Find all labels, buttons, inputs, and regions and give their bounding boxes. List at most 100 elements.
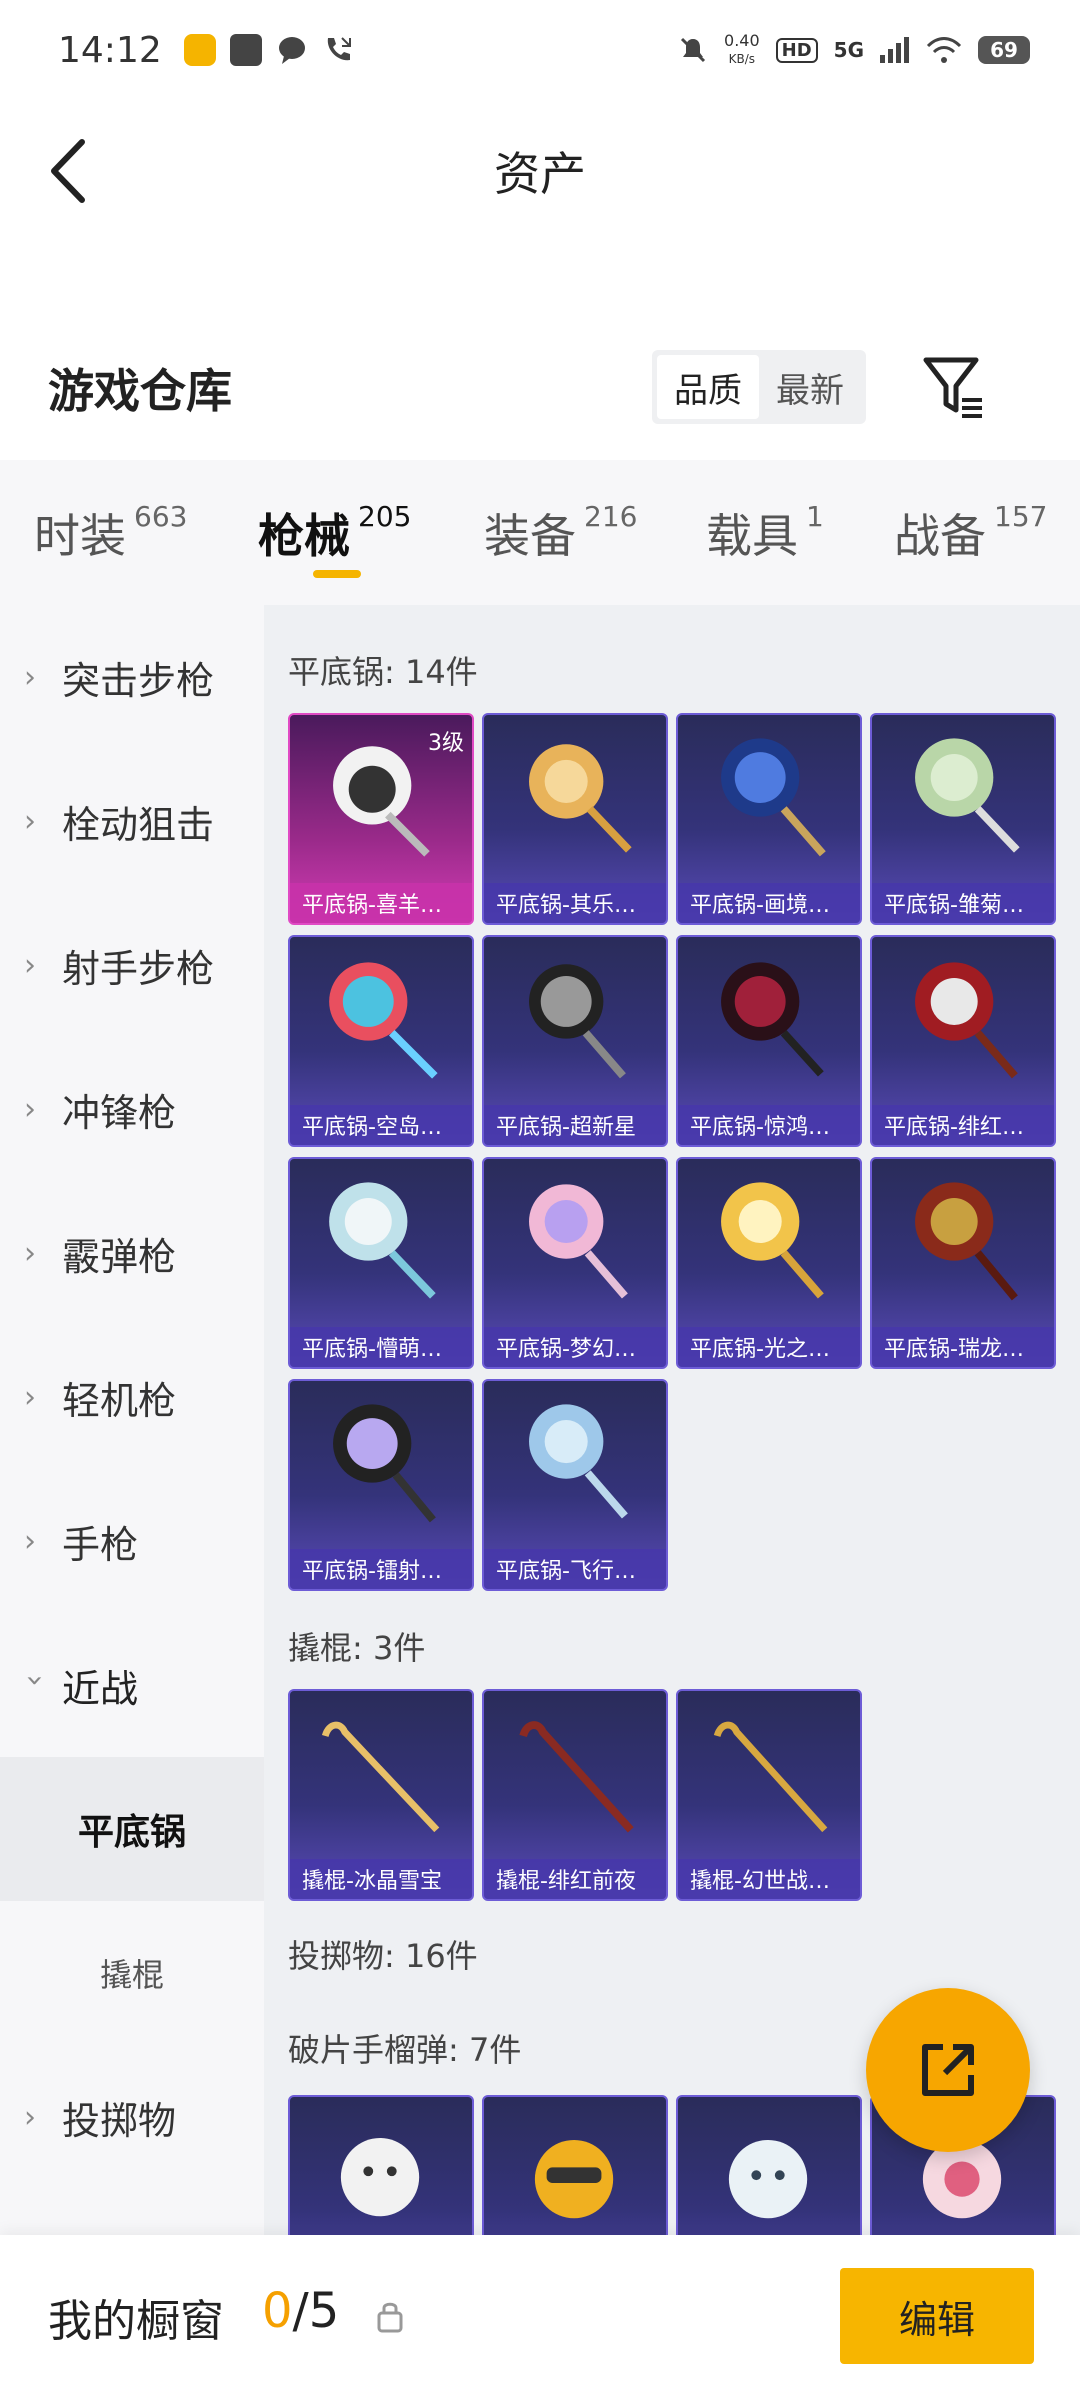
item-name: 平底锅-瑞龙… xyxy=(872,1327,1054,1367)
battery-level: 69 xyxy=(990,38,1018,62)
item-card[interactable] xyxy=(482,2095,668,2235)
item-card[interactable]: 撬棍-冰晶雪宝 xyxy=(288,1689,474,1901)
item-image xyxy=(529,1184,628,1299)
tab-supplies[interactable]: 战备 157 xyxy=(894,500,1047,566)
sidebar-item-smg[interactable]: › 冲锋枪 xyxy=(0,1037,264,1181)
item-name: 平底锅-超新星 xyxy=(484,1105,666,1145)
tab-count: 663 xyxy=(134,500,188,533)
sidebar-item-marksman-rifle[interactable]: › 射手步枪 xyxy=(0,893,264,1037)
chevron-down-icon: › xyxy=(17,1674,53,1686)
sidebar-subitem-crowbar[interactable]: 撬棍 xyxy=(0,1901,264,2045)
item-card[interactable]: 平底锅-懵萌… xyxy=(288,1157,474,1369)
sidebar-item-label: 射手步枪 xyxy=(62,946,215,991)
item-image xyxy=(529,964,626,1079)
item-image xyxy=(340,2137,420,2217)
sidebar-item-label: 霰弹枪 xyxy=(62,1234,177,1279)
wifi-icon xyxy=(926,37,962,63)
item-name: 平底锅-喜羊… xyxy=(290,883,472,923)
message-app-icon xyxy=(229,34,262,66)
net-speed-unit: KB/s xyxy=(728,52,756,66)
sidebar-item-melee[interactable]: › 近战 xyxy=(0,1613,264,1757)
tab-equipment[interactable]: 装备 216 xyxy=(484,500,637,566)
sidebar-item-bolt-sniper[interactable]: › 栓动狙击 xyxy=(0,749,264,893)
tab-vehicles[interactable]: 载具 1 xyxy=(706,500,824,566)
item-name: 平底锅-绯红… xyxy=(872,1105,1054,1145)
item-card[interactable]: 平底锅-雏菊… xyxy=(870,713,1056,925)
share-button[interactable] xyxy=(866,1988,1030,2152)
sidebar-item-label: 栓动狙击 xyxy=(62,802,215,847)
item-image xyxy=(728,2139,808,2219)
system-status: 0.40 KB/s HD 5G 69 xyxy=(678,32,1030,68)
item-card[interactable]: 平底锅-画境… xyxy=(676,713,862,925)
notification-icons xyxy=(183,34,354,66)
item-image xyxy=(529,1404,628,1519)
tab-label: 载具 xyxy=(706,509,798,563)
tab-label: 战备 xyxy=(894,509,986,563)
level-badge: 3级 xyxy=(428,731,464,756)
weapon-type-sidebar: › 突击步枪 › 栓动狙击 › 射手步枪 › 冲锋枪 › 霰弹枪 › 轻机枪 › 手枪 › 近战… xyxy=(0,605,264,2235)
item-card[interactable]: 撬棍-绯红前夜 xyxy=(482,1689,668,1901)
item-name: 平底锅-镭射… xyxy=(290,1549,472,1589)
item-image xyxy=(333,1404,436,1523)
item-name: 平底锅-雏菊… xyxy=(872,883,1054,923)
sidebar-subitem-frying-pan[interactable]: 平底锅 xyxy=(0,1757,264,1901)
item-name: 撬棍-幻世战… xyxy=(678,1859,860,1899)
item-image xyxy=(915,1182,1018,1301)
item-card[interactable] xyxy=(676,2095,862,2235)
item-image xyxy=(329,1182,436,1299)
item-card[interactable]: 平底锅-飞行… xyxy=(482,1379,668,1591)
category-tabs: 时装 663 枪械 205 装备 216 载具 1 战备 157 xyxy=(0,460,1080,605)
item-card[interactable]: 平底锅-惊鸿… xyxy=(676,935,862,1147)
section-title-throwables: 投掷物: 16件 xyxy=(288,1937,478,1975)
showcase-count: 0/5 xyxy=(262,2283,339,2339)
status-time: 14:12 xyxy=(58,29,162,71)
item-card[interactable]: 平底锅-空岛… xyxy=(288,935,474,1147)
item-image xyxy=(713,1721,828,1833)
item-name: 撬棍-绯红前夜 xyxy=(484,1859,666,1899)
item-card[interactable]: 平底锅-梦幻… xyxy=(482,1157,668,1369)
chevron-right-icon: › xyxy=(24,1523,36,1559)
sidebar-item-throwables[interactable]: › 投掷物 xyxy=(0,2045,264,2189)
sidebar-item-pistol[interactable]: › 手枪 xyxy=(0,1469,264,1613)
item-card[interactable]: 平底锅-超新星 xyxy=(482,935,668,1147)
item-card[interactable] xyxy=(288,2095,474,2235)
showcase-bar: 我的橱窗 0/5 编辑 xyxy=(0,2235,1080,2400)
missed-call-icon xyxy=(327,37,351,61)
item-card[interactable]: 平底锅-光之… xyxy=(676,1157,862,1369)
item-card[interactable]: 平底锅-绯红… xyxy=(870,935,1056,1147)
item-name: 平底锅-空岛… xyxy=(290,1105,472,1145)
sidebar-item-shotgun[interactable]: › 霰弹枪 xyxy=(0,1181,264,1325)
item-image xyxy=(529,744,632,853)
item-card[interactable]: 平底锅-其乐… xyxy=(482,713,668,925)
item-image xyxy=(721,962,824,1077)
sidebar-item-lmg[interactable]: › 轻机枪 xyxy=(0,1325,264,1469)
chevron-right-icon: › xyxy=(24,1379,36,1415)
tab-fashion[interactable]: 时装 663 xyxy=(34,500,187,566)
chevron-right-icon: › xyxy=(24,803,36,839)
sort-option-newest[interactable]: 最新 xyxy=(759,355,861,419)
item-name: 平底锅-画境… xyxy=(678,883,860,923)
item-name: 平底锅-飞行… xyxy=(484,1549,666,1589)
app-notification-icon xyxy=(183,34,216,66)
item-card[interactable]: 撬棍-幻世战… xyxy=(676,1689,862,1901)
item-card[interactable]: 3级 平底锅-喜羊… xyxy=(288,713,474,925)
tab-count: 205 xyxy=(358,500,412,533)
sidebar-item-assault-rifle[interactable]: › 突击步枪 xyxy=(0,605,264,749)
sort-option-quality[interactable]: 品质 xyxy=(657,355,759,419)
network-speed: 0.40 KB/s xyxy=(724,32,760,68)
hd-badge: HD xyxy=(775,37,818,63)
filter-button[interactable] xyxy=(920,352,986,422)
showcase-title: 我的橱窗 xyxy=(48,2296,224,2347)
edit-button[interactable]: 编辑 xyxy=(840,2268,1034,2364)
item-card[interactable]: 平底锅-镭射… xyxy=(288,1379,474,1591)
sidebar-item-label: 投掷物 xyxy=(62,2098,177,2143)
tab-label: 时装 xyxy=(34,509,126,563)
tab-firearms[interactable]: 枪械 205 xyxy=(258,500,411,566)
signal-label: 5G xyxy=(833,38,864,62)
item-card[interactable]: 平底锅-瑞龙… xyxy=(870,1157,1056,1369)
chevron-right-icon: › xyxy=(24,659,36,695)
item-image xyxy=(915,738,1020,853)
item-name: 平底锅-光之… xyxy=(678,1327,860,1367)
net-speed-value: 0.40 xyxy=(724,31,760,50)
status-bar: 14:12 0.40 KB/s HD 5G 69 xyxy=(0,0,1080,100)
